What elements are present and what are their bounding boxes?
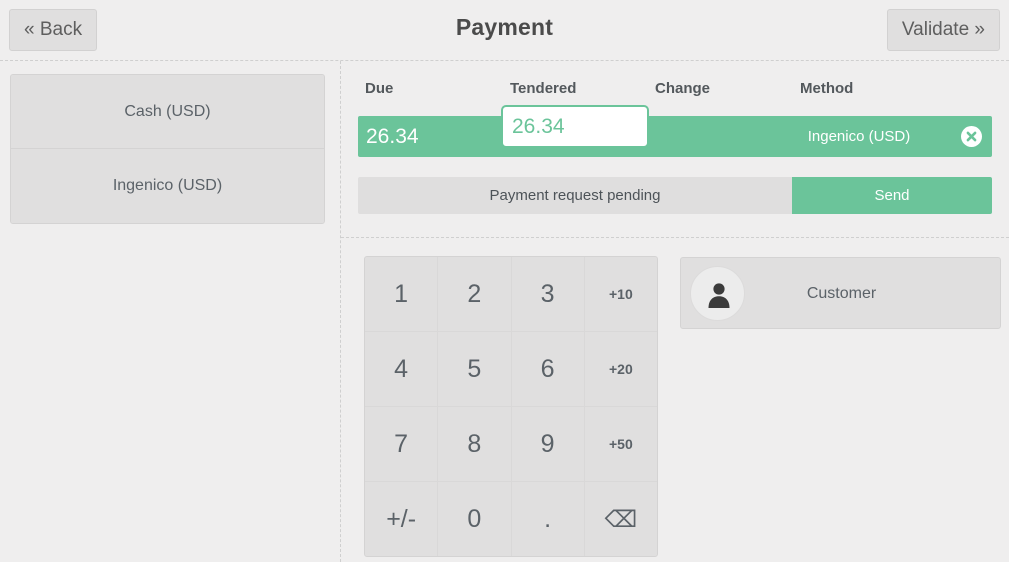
numpad-key-9[interactable]: 9 — [511, 407, 584, 481]
numpad-key-1[interactable]: 1 — [365, 257, 438, 331]
numpad: 1 2 3 +10 4 5 6 +20 7 8 9 +50 +/- 0 . ⌫ — [364, 256, 658, 557]
paymentline-due-amount: 26.34 — [366, 125, 419, 148]
numpad-key-3[interactable]: 3 — [511, 257, 584, 331]
numpad-key-sign[interactable]: +/- — [365, 482, 438, 556]
paymentline-row[interactable]: 26.34 Ingenico (USD) — [358, 105, 992, 157]
paymentlines-column-headers: Due Tendered Change Method — [341, 80, 1009, 104]
customer-button[interactable]: Customer — [680, 257, 1001, 329]
pos-payment-screen: « Back Payment Validate » Cash (USD) Ing… — [0, 0, 1009, 562]
numpad-key-decimal[interactable]: . — [511, 482, 584, 556]
paymentline-method-label: Ingenico (USD) — [807, 128, 911, 145]
numpad-key-5[interactable]: 5 — [438, 332, 511, 406]
numpad-key-plus-10[interactable]: +10 — [584, 257, 657, 331]
column-header-due: Due — [365, 80, 394, 97]
numpad-key-plus-50[interactable]: +50 — [584, 407, 657, 481]
close-circle-icon[interactable] — [961, 126, 982, 147]
column-header-method: Method — [800, 80, 854, 97]
column-header-change: Change — [655, 80, 711, 97]
column-header-tendered: Tendered — [510, 80, 577, 97]
validate-button[interactable]: Validate » — [886, 9, 1000, 51]
tendered-amount-input[interactable] — [501, 105, 649, 148]
page-title: Payment — [455, 14, 554, 40]
numpad-key-8[interactable]: 8 — [438, 407, 511, 481]
send-payment-request-button[interactable]: Send — [792, 177, 992, 214]
terminal-request-row: Payment request pending Send — [358, 177, 992, 214]
payment-method-cash-usd[interactable]: Cash (USD) — [11, 75, 324, 149]
numpad-key-6[interactable]: 6 — [511, 332, 584, 406]
payment-screen-header: « Back Payment Validate » — [0, 0, 1009, 61]
numpad-key-plus-20[interactable]: +20 — [584, 332, 657, 406]
paymentlines-section: Due Tendered Change Method 26.34 Ingenic… — [341, 61, 1009, 238]
paymentline-tendered-cell — [501, 105, 649, 148]
numpad-key-0[interactable]: 0 — [438, 482, 511, 556]
numpad-key-7[interactable]: 7 — [365, 407, 438, 481]
numpad-key-2[interactable]: 2 — [438, 257, 511, 331]
numpad-key-4[interactable]: 4 — [365, 332, 438, 406]
payment-status-text: Payment request pending — [358, 177, 792, 214]
numpad-key-backspace[interactable]: ⌫ — [584, 482, 657, 556]
customer-button-label: Customer — [806, 285, 877, 302]
payment-methods-panel: Cash (USD) Ingenico (USD) — [10, 74, 325, 224]
payment-method-ingenico-usd[interactable]: Ingenico (USD) — [11, 149, 324, 223]
